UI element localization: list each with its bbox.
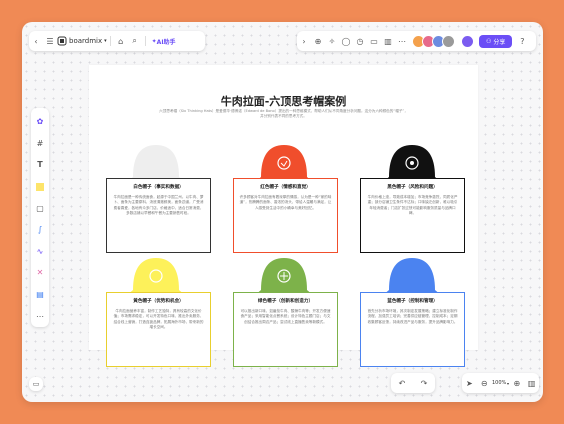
zoom-toolbar: ➤ ⊖ 100% ▾ ⊕ ▥ xyxy=(462,373,539,393)
pen-icon[interactable]: ∫ xyxy=(33,223,47,237)
minimap-toggle[interactable]: ▭ xyxy=(29,377,43,391)
hat-card-title: 红色帽子（情感和直觉） xyxy=(260,185,311,190)
hat-card-white[interactable]: 白色帽子（事实和数据） 牛肉拉面是一种传统面食，起源于中国兰州。以牛肉、萝卜、面… xyxy=(106,178,211,253)
redo-icon[interactable]: ↷ xyxy=(417,376,431,390)
chevron-down-icon: ▾ xyxy=(104,38,107,44)
app-window: ‹ ☰ boardmix ▾ ⌂ ⌕ ✦ AI助手 › ⊕ ✧ ◯ ◷ ▭ ▥ … xyxy=(22,22,543,402)
zoom-out-icon[interactable]: ⊖ xyxy=(477,376,491,390)
hat-card-description: 牛肉拉面是一种传统面食，起源于中国兰州。以牛肉、萝卜、面条为主要原料，汤底清澈鲜… xyxy=(113,195,204,216)
person-icon: ⚇ xyxy=(486,37,492,45)
cursor-icon[interactable]: ➤ xyxy=(462,376,476,390)
zoom-in-icon[interactable]: ⊕ xyxy=(510,376,524,390)
hat-card-blue[interactable]: 蓝色帽子（控制和管理） 首先分析市场环境，其次制定发展策略；建立标准化制作流程，… xyxy=(360,292,465,367)
ai-assistant-button[interactable]: ✦ AI助手 xyxy=(152,37,176,46)
user-avatar[interactable] xyxy=(461,34,474,48)
hat-card-description: 许多顾客对牛肉拉面有着深厚的情感，认为是一种“家的味道”，热腾腾的面条、香浓的汤… xyxy=(239,195,332,210)
more-icon[interactable]: ⋯ xyxy=(395,34,409,48)
page-subtitle: 六顶思考帽（Six Thinking Hats）是爱德华·德博诺（Edward … xyxy=(159,109,408,118)
hat-card-title: 绿色帽子（创新和创造力） xyxy=(257,299,314,304)
minimap-icon: ▭ xyxy=(32,380,40,388)
target-icon[interactable]: ⊕ xyxy=(311,34,325,48)
template-icon[interactable]: ▤ xyxy=(33,288,47,302)
hat-card-title: 白色帽子（事实和数据） xyxy=(133,185,184,190)
text-icon[interactable]: T xyxy=(33,158,47,172)
hat-card-description: 首先分析市场环境，其次制定发展策略；建立标准化制作流程，加强员工培训；完善供应链… xyxy=(367,309,458,324)
brand-icon[interactable]: ✿ xyxy=(33,115,47,129)
presentation-icon[interactable]: ▭ xyxy=(367,34,381,48)
menu-icon[interactable]: ☰ xyxy=(43,34,57,48)
hat-card-description: 牛肉拉面营养丰富，制作工艺独特，具有较高的文化价值；市场需求稳定，可以开发特色口… xyxy=(113,309,204,330)
hat-card-title: 蓝色帽子（控制和管理） xyxy=(387,299,438,304)
top-left-toolbar: ‹ ☰ boardmix ▾ ⌂ ⌕ ✦ AI助手 xyxy=(29,31,205,51)
undo-icon[interactable]: ↶ xyxy=(395,376,409,390)
sticky-note-icon[interactable] xyxy=(33,180,47,194)
hat-card-green[interactable]: 绿色帽子（创新和创造力） 可以推出新口味，如番茄牛肉、酸辣牛肉等；开发方便速食产… xyxy=(233,292,338,367)
hat-card-red[interactable]: 红色帽子（情感和直觉） 许多顾客对牛肉拉面有着深厚的情感，认为是一种“家的味道”… xyxy=(233,178,338,253)
app-logo[interactable]: boardmix ▾ xyxy=(57,36,107,46)
boardmix-logo-icon xyxy=(57,36,67,46)
magic-icon[interactable]: ✧ xyxy=(325,34,339,48)
connector-icon[interactable]: ✕ xyxy=(33,266,47,280)
page-title: 牛肉拉面-六顶思考帽案例 xyxy=(220,95,347,108)
history-toolbar: ↶ ↷ xyxy=(391,373,435,393)
share-button[interactable]: ⚇ 分享 xyxy=(479,34,513,48)
ai-assistant-label: AI助手 xyxy=(156,38,176,46)
search-icon[interactable]: ⌕ xyxy=(128,34,142,48)
app-name: boardmix xyxy=(69,37,103,45)
collaborator-avatars[interactable] xyxy=(412,34,455,48)
top-right-toolbar: › ⊕ ✧ ◯ ◷ ▭ ▥ ⋯ ⚇ 分享 ? xyxy=(297,31,536,51)
whiteboard-frame[interactable]: 牛肉拉面-六顶思考帽案例 六顶思考帽（Six Thinking Hats）是爱德… xyxy=(89,65,478,367)
more-icon[interactable]: ⋯ xyxy=(33,309,47,323)
line-icon[interactable]: ∿ xyxy=(33,245,47,259)
chevron-down-icon: ▾ xyxy=(507,380,510,386)
hat-card-title: 黑色帽子（风险和问题） xyxy=(387,185,438,190)
avatar xyxy=(442,34,455,48)
chart-icon[interactable]: ▥ xyxy=(381,34,395,48)
divider xyxy=(144,36,146,46)
timer-icon[interactable]: ◷ xyxy=(353,34,367,48)
hat-card-black[interactable]: 黑色帽子（风险和问题） 牛肉价格上涨，导致成本增加；市场竞争激烈，同质化严重；部… xyxy=(360,178,465,253)
hat-card-yellow[interactable]: 黄色帽子（优势和机会） 牛肉拉面营养丰富，制作工艺独特，具有较高的文化价值；市场… xyxy=(106,292,211,367)
hat-card-description: 牛肉价格上涨，导致成本增加；市场竞争激烈，同质化严重；部分店铺卫生条件不达标；口… xyxy=(367,195,458,216)
shape-icon[interactable]: ▢ xyxy=(33,201,47,215)
share-label: 分享 xyxy=(493,38,506,46)
frame-icon[interactable]: # xyxy=(33,137,47,151)
hat-card-title: 黄色帽子（优势和机会） xyxy=(133,299,184,304)
divider xyxy=(109,36,111,46)
help-icon[interactable]: ? xyxy=(515,34,529,48)
back-icon[interactable]: ‹ xyxy=(29,34,43,48)
hat-card-description: 可以推出新口味，如番茄牛肉、酸辣牛肉等；开发方便速食产品；采用智能化点餐系统；设… xyxy=(240,309,331,324)
comment-icon[interactable]: ◯ xyxy=(339,34,353,48)
tag-icon[interactable]: ⌂ xyxy=(114,34,128,48)
left-toolbar: ✿ # T ▢ ∫ ∿ ✕ ▤ ⋯ xyxy=(31,108,49,327)
map-icon[interactable]: ▥ xyxy=(525,376,539,390)
zoom-level[interactable]: 100% xyxy=(492,380,506,386)
collapse-icon[interactable]: › xyxy=(297,34,311,48)
